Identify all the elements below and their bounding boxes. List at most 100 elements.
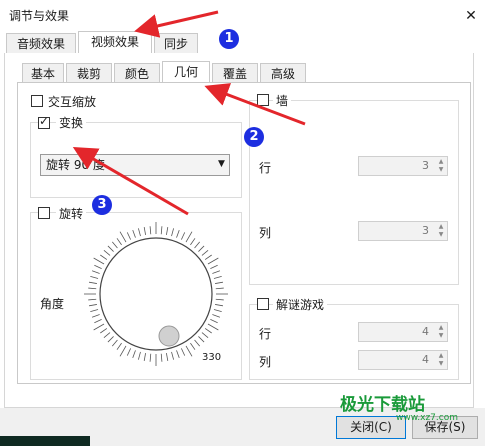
dial-tick bbox=[204, 254, 212, 260]
close-icon[interactable]: ✕ bbox=[462, 7, 480, 25]
dial-tick bbox=[201, 332, 209, 339]
dial-tick bbox=[91, 314, 100, 318]
dial-tick bbox=[176, 229, 180, 238]
tab-audio-effects[interactable]: 音频效果 bbox=[6, 33, 76, 55]
dial-tick bbox=[215, 298, 224, 301]
dial-face bbox=[99, 237, 213, 351]
tab-video-effects[interactable]: 视频效果 bbox=[78, 31, 152, 55]
dial-tick bbox=[166, 226, 169, 235]
wall-cols-label: 列 bbox=[259, 226, 272, 240]
dial-tick bbox=[103, 249, 111, 256]
dial-tick bbox=[166, 353, 169, 362]
dial-tick bbox=[185, 231, 193, 243]
dial-value: 330 bbox=[202, 352, 222, 363]
dial-tick bbox=[180, 348, 186, 356]
dial-tick bbox=[212, 270, 221, 274]
rotation-dial[interactable] bbox=[80, 218, 232, 370]
puzzle-cols-label: 列 bbox=[259, 355, 272, 369]
dial-tick bbox=[176, 350, 180, 359]
dial-tick bbox=[132, 350, 136, 359]
annotation-badge-2: 2 bbox=[244, 127, 264, 147]
dial-tick bbox=[100, 328, 108, 334]
dial-tick bbox=[116, 342, 122, 350]
dial-tick bbox=[88, 298, 97, 301]
tab-sync[interactable]: 同步 bbox=[154, 33, 198, 55]
watermark-url: www.xz7.com bbox=[396, 413, 458, 423]
dial-tick bbox=[215, 304, 224, 307]
dial-tick bbox=[207, 257, 219, 265]
transform-select[interactable]: 旋转 90 度 bbox=[40, 154, 230, 176]
dial-tick bbox=[194, 241, 201, 249]
dial-tick bbox=[90, 276, 99, 279]
wall-cols-value: 3 bbox=[422, 224, 429, 237]
angle-label: 角度 bbox=[40, 297, 65, 311]
dial-knob[interactable] bbox=[158, 325, 180, 347]
dial-tick bbox=[126, 348, 132, 356]
dial-tick bbox=[107, 336, 114, 343]
annotation-badge-1: 1 bbox=[219, 29, 239, 49]
dial-tick bbox=[207, 323, 219, 331]
puzzle-rows-value: 4 bbox=[422, 325, 429, 338]
dial-tick bbox=[103, 332, 111, 339]
puzzle-cols-value: 4 bbox=[422, 353, 429, 366]
dial-tick bbox=[198, 245, 205, 252]
puzzle-checkbox[interactable] bbox=[257, 298, 269, 310]
dial-tick bbox=[185, 345, 193, 357]
interactive-zoom-label: 交互缩放 bbox=[48, 95, 97, 109]
dial-tick bbox=[111, 339, 118, 347]
transform-label: 变换 bbox=[56, 114, 87, 131]
dial-tick bbox=[88, 287, 97, 290]
dial-tick bbox=[138, 228, 141, 237]
spinner-arrows-icon[interactable]: ▲ ▼ bbox=[435, 158, 447, 174]
wall-rows-value: 3 bbox=[422, 159, 429, 172]
dial-tick bbox=[160, 353, 163, 362]
dial-tick bbox=[210, 318, 218, 324]
dial-tick bbox=[143, 226, 146, 235]
dial-tick bbox=[215, 287, 224, 290]
dial-tick bbox=[190, 342, 196, 350]
window-title: 调节与效果 bbox=[9, 9, 70, 23]
dial-tick bbox=[94, 264, 102, 270]
puzzle-rows-label: 行 bbox=[259, 327, 272, 341]
dial-tick bbox=[107, 245, 114, 252]
dial-tick bbox=[119, 345, 127, 357]
dial-tick bbox=[215, 281, 224, 284]
dial-tick bbox=[149, 226, 152, 235]
dial-tick bbox=[190, 238, 196, 246]
dial-tick bbox=[204, 328, 212, 334]
transform-checkbox[interactable] bbox=[38, 114, 50, 129]
dial-tick bbox=[171, 351, 174, 360]
annotation-badge-3: 3 bbox=[92, 195, 112, 215]
dial-tick bbox=[138, 351, 141, 360]
dial-tick bbox=[213, 276, 222, 279]
dial-tick bbox=[94, 318, 102, 324]
rotate-checkbox[interactable] bbox=[38, 207, 50, 219]
dial-tick bbox=[132, 229, 136, 238]
dial-tick bbox=[88, 304, 97, 307]
dial-tick bbox=[194, 339, 201, 347]
spinner-arrows-icon[interactable]: ▲ ▼ bbox=[435, 352, 447, 368]
dial-tick bbox=[111, 241, 118, 249]
dial-tick bbox=[143, 353, 146, 362]
watermark-logo: 极光下载站 bbox=[340, 395, 425, 415]
dial-tick bbox=[198, 336, 205, 343]
dial-tick bbox=[201, 249, 209, 256]
puzzle-label: 解谜游戏 bbox=[273, 296, 328, 313]
background-strip bbox=[0, 436, 90, 446]
dial-tick bbox=[213, 309, 222, 312]
dial-tick bbox=[90, 309, 99, 312]
dial-tick bbox=[210, 264, 218, 270]
spinner-arrows-icon[interactable]: ▲ ▼ bbox=[435, 223, 447, 239]
interactive-zoom-checkbox[interactable] bbox=[31, 95, 43, 107]
chevron-down-icon: ▼ bbox=[218, 159, 225, 169]
dial-tick bbox=[93, 323, 105, 331]
spinner-arrows-icon[interactable]: ▲ ▼ bbox=[435, 324, 447, 340]
wall-label: 墙 bbox=[273, 92, 292, 109]
wall-checkbox[interactable] bbox=[257, 94, 269, 106]
title-bar bbox=[0, 0, 485, 32]
dial-tick bbox=[100, 254, 108, 260]
dial-tick bbox=[171, 228, 174, 237]
dial-tick bbox=[180, 232, 186, 240]
dial-tick bbox=[91, 270, 100, 274]
dial-tick bbox=[160, 226, 163, 235]
